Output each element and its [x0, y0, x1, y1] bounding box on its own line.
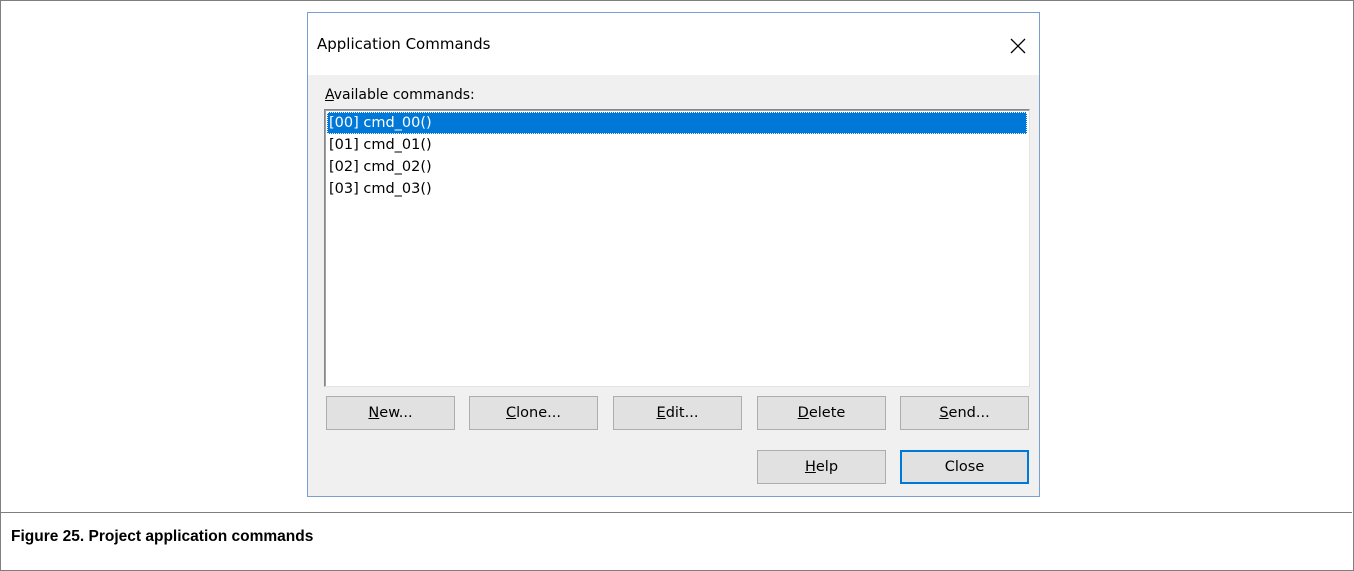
help-button[interactable]: Help [757, 450, 886, 484]
delete-button[interactable]: Delete [757, 396, 886, 430]
command-list-item[interactable]: [00] cmd_00() [327, 112, 1027, 134]
command-list-item[interactable]: [03] cmd_03() [327, 178, 1027, 200]
commands-listbox[interactable]: [00] cmd_00() [01] cmd_01() [02] cmd_02(… [324, 109, 1030, 387]
application-commands-dialog: Application Commands Available commands:… [307, 12, 1040, 497]
command-list-item[interactable]: [02] cmd_02() [327, 156, 1027, 178]
send-button[interactable]: Send... [900, 396, 1029, 430]
close-button[interactable]: Close [900, 450, 1029, 484]
clone-button[interactable]: Clone... [469, 396, 598, 430]
edit-button[interactable]: Edit... [613, 396, 742, 430]
close-icon[interactable] [1004, 32, 1032, 60]
new-button[interactable]: New... [326, 396, 455, 430]
dialog-title-bar: Application Commands [308, 13, 1039, 75]
dialog-title: Application Commands [317, 35, 491, 53]
caption-divider [0, 512, 1352, 513]
available-commands-label: Available commands: [325, 87, 475, 103]
figure-caption: Figure 25. Project application commands [11, 528, 314, 545]
command-list-item[interactable]: [01] cmd_01() [327, 134, 1027, 156]
